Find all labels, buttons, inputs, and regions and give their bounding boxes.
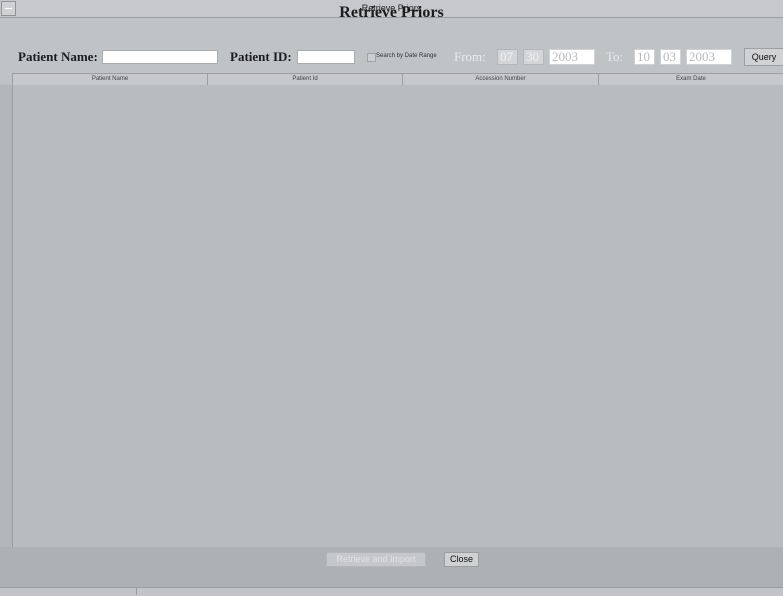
to-year-input[interactable]: 2003 — [686, 49, 732, 65]
status-cell — [13, 588, 137, 595]
retrieve-and-import-button[interactable]: Retrieve and Import — [326, 552, 426, 567]
date-range-checkbox[interactable] — [367, 53, 376, 62]
from-label: From: — [454, 49, 486, 64]
to-label: To: — [606, 49, 624, 64]
patient-name-label: Patient Name: — [18, 49, 98, 64]
column-header-exam-date[interactable]: Exam Date — [599, 74, 783, 85]
column-header-patient-name[interactable]: Patient Name — [13, 74, 208, 85]
patient-id-input[interactable] — [297, 50, 355, 64]
column-header-accession-number[interactable]: Accession Number — [403, 74, 599, 85]
column-header-patient-id[interactable]: Patient Id — [208, 74, 403, 85]
patient-name-input[interactable] — [102, 50, 218, 64]
from-month-input[interactable]: 07 — [497, 49, 518, 65]
close-button[interactable]: Close — [444, 552, 479, 567]
results-table-body[interactable] — [13, 85, 783, 547]
divider — [12, 73, 13, 595]
date-range-checkbox-label: Search by Date Range — [376, 53, 437, 59]
to-day-input[interactable]: 03 — [660, 49, 681, 65]
query-button[interactable]: Query — [744, 48, 783, 66]
from-year-input[interactable]: 2003 — [549, 49, 595, 65]
patient-id-label: Patient ID: — [230, 49, 292, 64]
page-title: Retrieve Priors — [339, 4, 444, 21]
from-day-input[interactable]: 30 — [523, 49, 544, 65]
to-month-input[interactable]: 10 — [634, 49, 655, 65]
